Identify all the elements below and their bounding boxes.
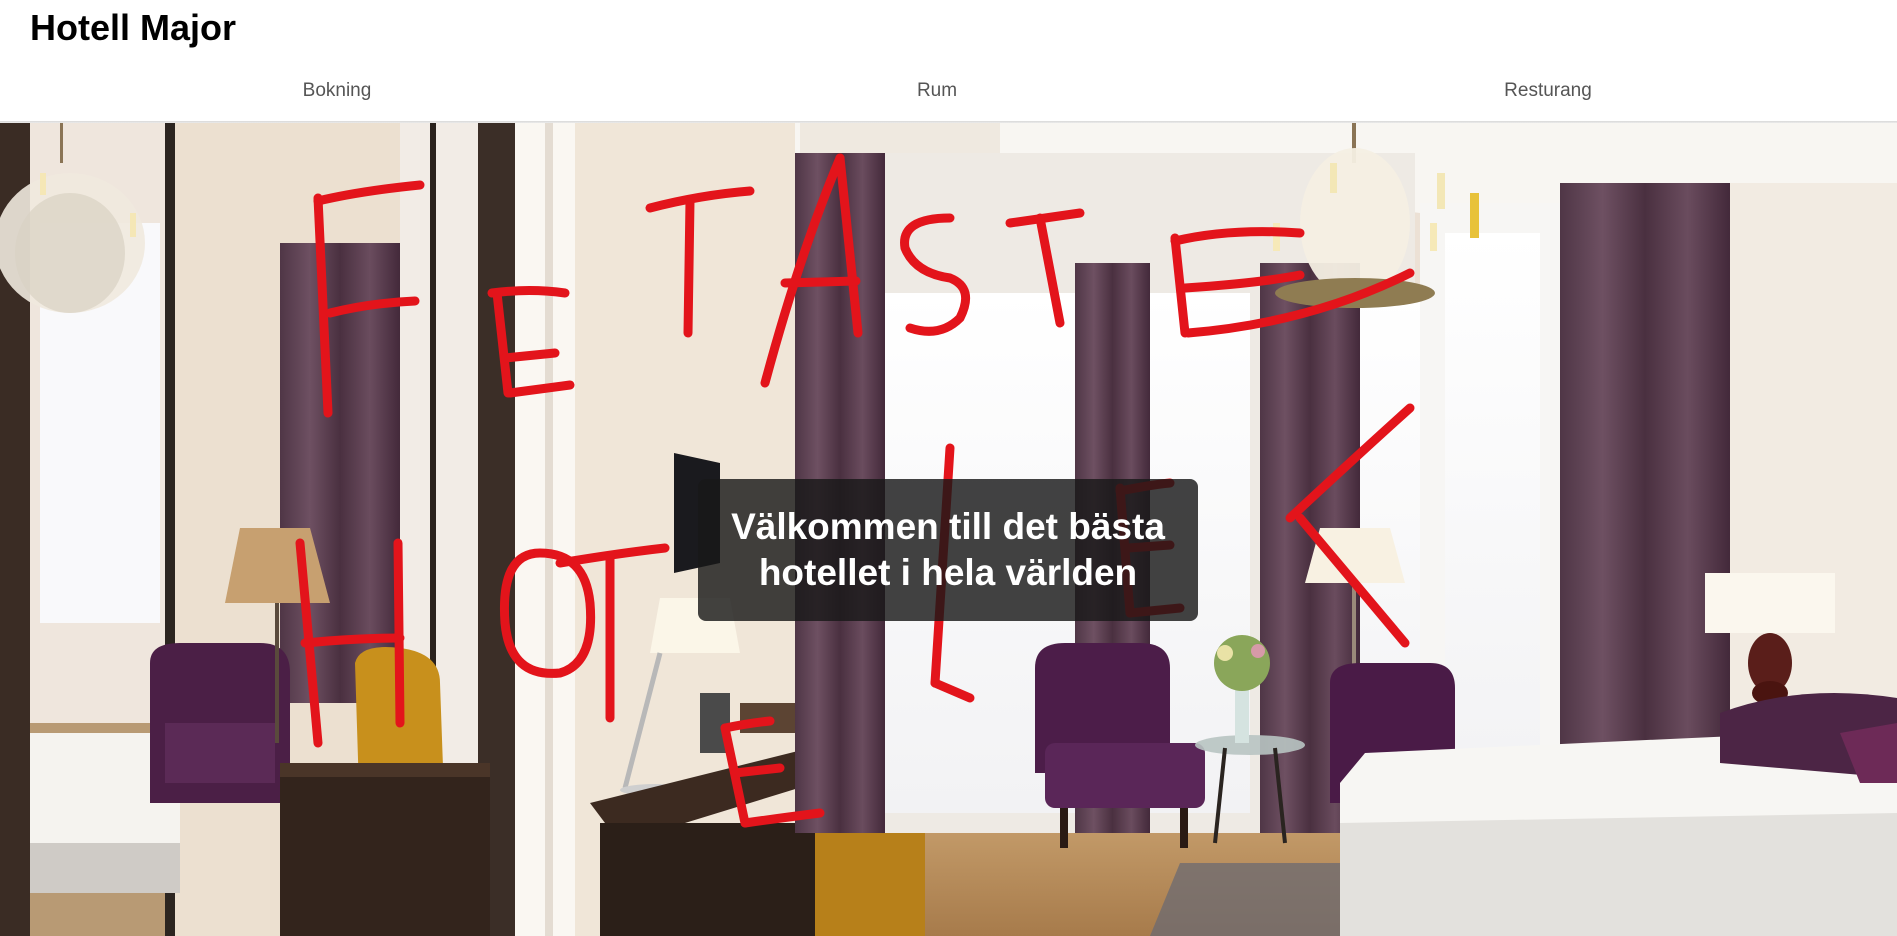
welcome-text: Välkommen till det bästa hotellet i hela… bbox=[731, 506, 1165, 593]
nav-link-resturang[interactable]: Resturang bbox=[1398, 76, 1698, 106]
nav-link-bokning[interactable]: Bokning bbox=[187, 76, 487, 106]
welcome-banner: Välkommen till det bästa hotellet i hela… bbox=[698, 479, 1198, 621]
site-title: Hotell Major bbox=[30, 7, 237, 48]
hero-section: Välkommen till det bästa hotellet i hela… bbox=[0, 123, 1897, 936]
main-nav: Bokning Rum Resturang bbox=[0, 76, 1897, 106]
nav-link-rum[interactable]: Rum bbox=[787, 76, 1087, 106]
site-header: Hotell Major Bokning Rum Resturang bbox=[0, 0, 1897, 122]
